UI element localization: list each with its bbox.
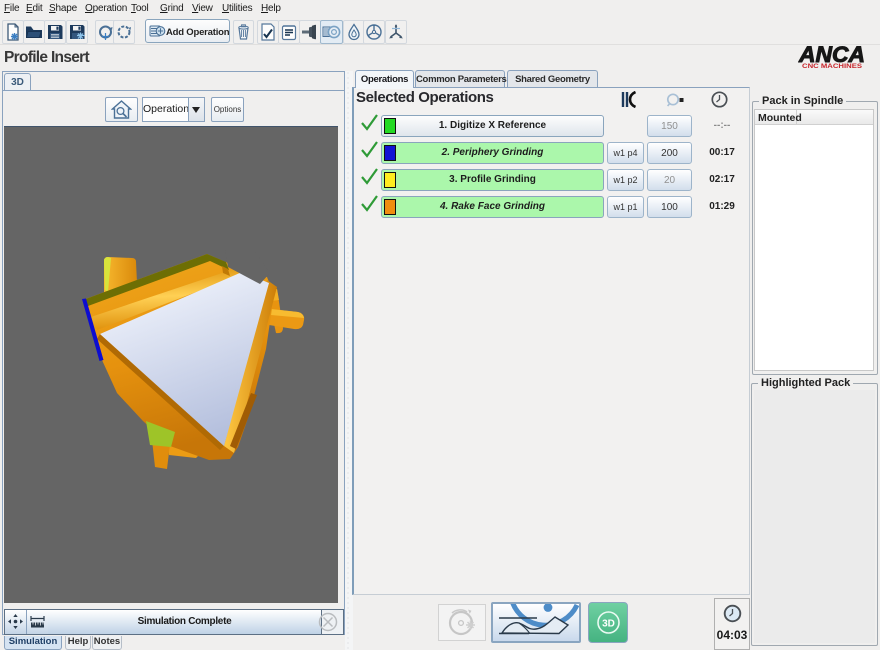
svg-text:3D: 3D — [602, 619, 615, 630]
svg-text:CNC MACHINES: CNC MACHINES — [802, 63, 863, 69]
